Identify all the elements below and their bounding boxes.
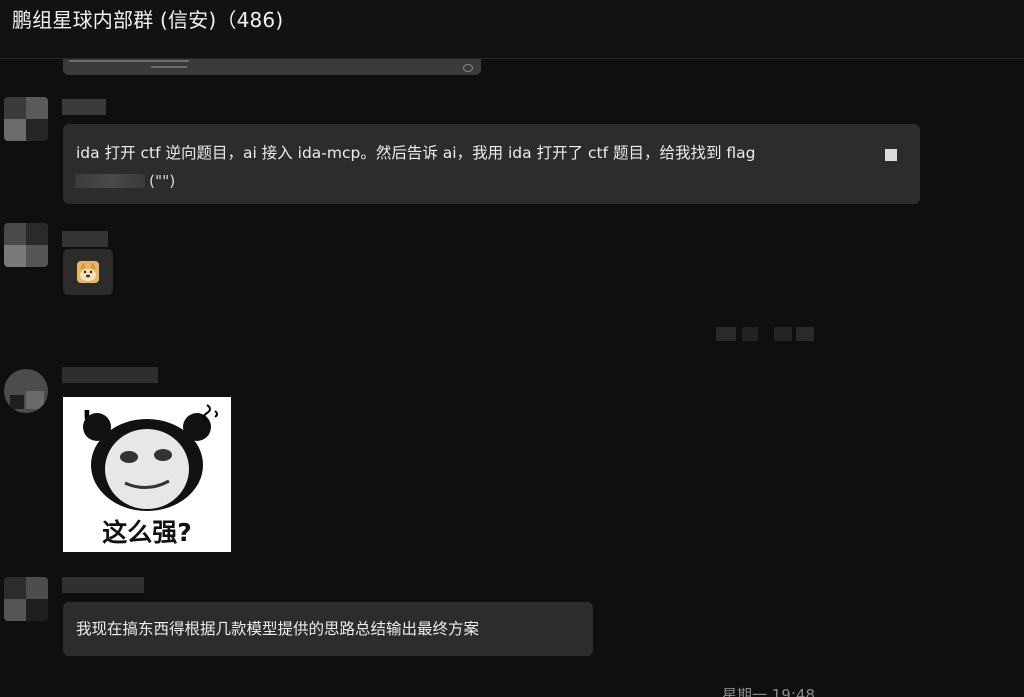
sticker-caption: 这么强? [102,518,192,547]
masked-block [716,327,736,341]
sender-name-masked [62,367,158,383]
message-bubble[interactable]: ida 打开 ctf 逆向题目，ai 接入 ida-mcp。然后告诉 ai，我用… [63,124,920,204]
sticker-panda-meme[interactable]: ! 这么强? [63,397,231,552]
masked-text [75,174,145,188]
timestamp: 星期一 19:48 [722,686,815,697]
screenshot-text-line [151,66,187,68]
screenshot-icon [463,64,473,72]
masked-block [742,327,758,341]
message-bubble[interactable]: 我现在搞东西得根据几款模型提供的思路总结输出最终方案 [63,602,593,656]
chat-header: 鹏组星球内部群 (信安)（486) [0,0,1024,59]
masked-block [796,327,814,341]
sender-name-masked [62,231,108,247]
message-text: ida 打开 ctf 逆向题目，ai 接入 ida-mcp。然后告诉 ai，我用… [76,144,756,162]
sender-name-masked [62,577,144,593]
sender-name-masked [62,99,106,115]
emoji-message-bubble[interactable] [63,249,113,295]
screenshot-text-line [69,60,189,62]
avatar[interactable] [4,223,48,267]
avatar[interactable] [4,577,48,621]
message-text: 我现在搞东西得根据几款模型提供的思路总结输出最终方案 [76,620,480,638]
message-list[interactable]: ida 打开 ctf 逆向题目，ai 接入 ida-mcp。然后告诉 ai，我用… [0,59,1024,697]
square-glyph [885,149,897,161]
doge-emoji-icon [77,261,99,283]
masked-block [774,327,792,341]
avatar[interactable] [4,97,48,141]
avatar[interactable] [4,369,48,413]
image-message-screenshot[interactable] [63,59,481,75]
message-text-tail: ("") [149,172,176,190]
chat-title[interactable]: 鹏组星球内部群 (信安)（486) [12,4,283,33]
